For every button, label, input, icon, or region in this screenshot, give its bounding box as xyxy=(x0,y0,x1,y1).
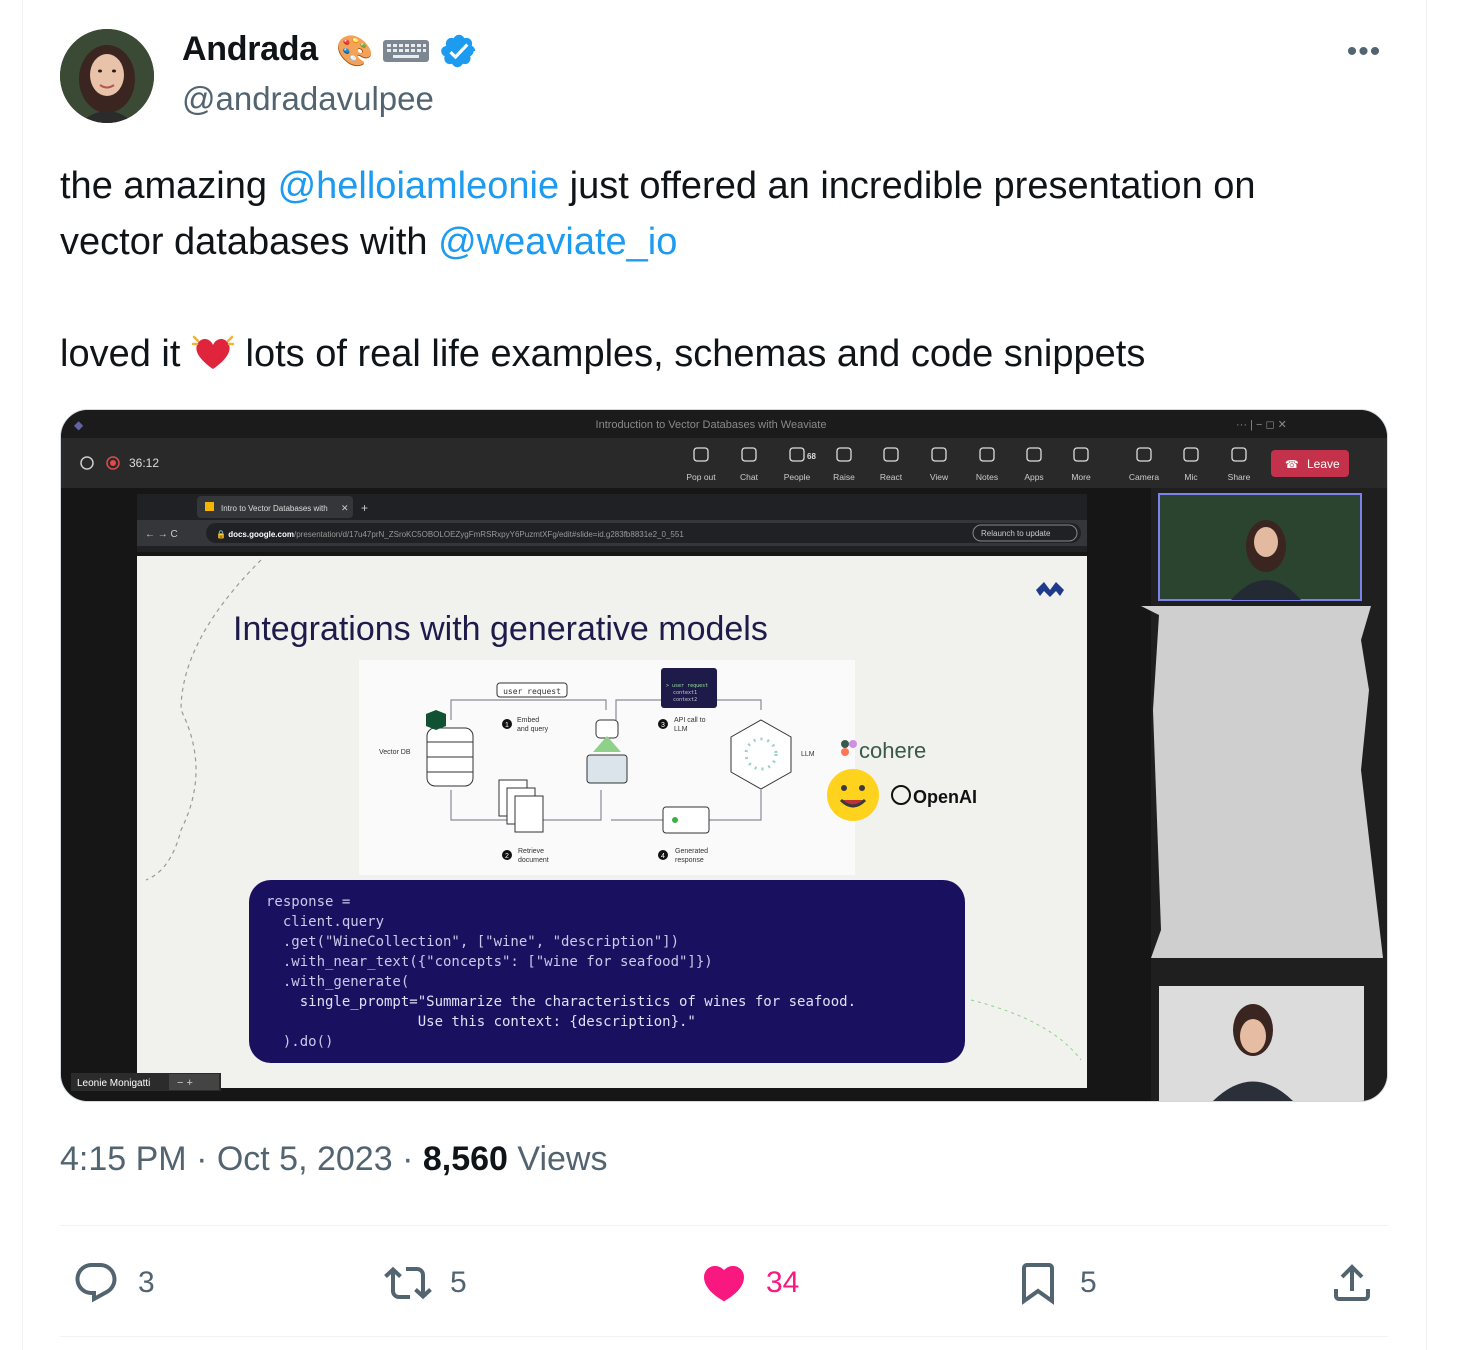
reply-button[interactable]: 3 xyxy=(72,1258,155,1308)
mention-link[interactable]: @helloiamleonie xyxy=(278,165,560,207)
relaunch-button: Relaunch to update xyxy=(981,529,1051,538)
svg-text:− +: − + xyxy=(177,1077,193,1089)
svg-text:context1: context1 xyxy=(673,690,697,696)
bookmark-count: 5 xyxy=(1080,1266,1097,1299)
svg-text:Embed: Embed xyxy=(517,717,539,724)
tweet-line-3: loved it lots of real life examples, sch… xyxy=(60,333,1146,375)
like-button[interactable]: 34 xyxy=(700,1258,799,1308)
divider xyxy=(60,1225,1388,1226)
toolbar-label: Camera xyxy=(1129,472,1160,482)
avatar[interactable] xyxy=(60,29,154,123)
code-line: single_prompt="Summarize the characteris… xyxy=(266,994,856,1010)
svg-text:Retrieve: Retrieve xyxy=(518,848,544,855)
code-line: .with_generate( xyxy=(266,974,409,990)
code-line: Use this context: {description}." xyxy=(266,1014,696,1030)
divider xyxy=(60,1336,1388,1337)
slide-title: Integrations with generative models xyxy=(233,610,768,648)
toolbar-label: Apps xyxy=(1024,472,1043,482)
tweet-date[interactable]: Oct 5, 2023 xyxy=(217,1140,393,1178)
svg-text:LLM: LLM xyxy=(801,751,815,758)
svg-text:··· | − ◻ ✕: ··· | − ◻ ✕ xyxy=(1236,419,1287,431)
svg-text:3: 3 xyxy=(661,722,665,729)
bookmark-button[interactable]: 5 xyxy=(1014,1258,1097,1308)
code-snippet xyxy=(249,880,965,1063)
code-line: response = xyxy=(266,894,350,910)
views-label: Views xyxy=(507,1140,608,1178)
svg-text:2: 2 xyxy=(505,853,509,860)
toolbar-label: More xyxy=(1071,472,1091,482)
presenter-name: Leonie Monigatti xyxy=(77,1078,150,1089)
svg-text:✕: ✕ xyxy=(341,503,349,513)
keyboard-emoji-icon xyxy=(382,36,430,74)
code-line: .get("WineCollection", ["wine", "descrip… xyxy=(266,934,679,950)
code-line: .with_near_text({"concepts": ["wine for … xyxy=(266,954,713,970)
reply-icon xyxy=(75,1263,117,1303)
svg-text:Intro to Vector Databases with: Intro to Vector Databases with xyxy=(221,504,328,513)
share-icon xyxy=(1334,1264,1370,1301)
svg-text:user request: user request xyxy=(503,687,561,696)
svg-text:🔒 docs.google.com/presentatio: 🔒 docs.google.com/presentation/d/17u47pr… xyxy=(216,530,684,539)
svg-text:context2: context2 xyxy=(673,697,697,703)
code-line: client.query xyxy=(266,914,384,930)
toolbar-label: Pop out xyxy=(686,472,716,482)
openai-logo: OpenAI xyxy=(913,787,977,807)
retweet-count: 5 xyxy=(450,1266,467,1299)
toolbar-label: React xyxy=(880,472,903,482)
leave-label: Leave xyxy=(1307,457,1340,471)
cohere-logo: cohere xyxy=(859,738,926,763)
svg-text:> user request: > user request xyxy=(666,683,708,689)
svg-text:◆: ◆ xyxy=(74,418,84,432)
like-count: 34 xyxy=(766,1266,800,1299)
retweet-icon xyxy=(384,1266,432,1300)
author-name[interactable]: Andrada xyxy=(182,30,318,69)
retweet-button[interactable]: 5 xyxy=(384,1258,467,1308)
reply-count: 3 xyxy=(138,1266,155,1299)
svg-text:document: document xyxy=(518,857,549,864)
tweet-line-1: the amazing @helloiamleonie just offered… xyxy=(60,165,1256,207)
svg-text:68: 68 xyxy=(807,452,816,461)
palette-emoji-icon: 🎨 xyxy=(336,35,374,68)
svg-text:and query: and query xyxy=(517,726,549,733)
toolbar-label: Share xyxy=(1228,472,1251,482)
tweet-line-2: vector databases with @weaviate_io xyxy=(60,221,678,263)
views-count: 8,560 xyxy=(422,1140,508,1178)
code-line: ).do() xyxy=(266,1034,333,1050)
toolbar-label: People xyxy=(784,472,811,482)
svg-text:Generated: Generated xyxy=(675,848,708,855)
tweet-meta: 4:15 PM · Oct 5, 2023 · 8,560 Views xyxy=(60,1140,608,1178)
svg-text:4: 4 xyxy=(661,853,665,860)
tweet-media[interactable]: ◆ Introduction to Vector Databases with … xyxy=(60,409,1388,1102)
toolbar-label: Notes xyxy=(976,472,998,482)
toolbar-label: Chat xyxy=(740,472,759,482)
svg-text:← → C: ← → C xyxy=(145,529,178,540)
svg-text:Vector DB: Vector DB xyxy=(379,749,411,756)
more-options-icon[interactable]: ••• xyxy=(1344,34,1384,70)
toolbar-label: Raise xyxy=(833,472,855,482)
heart-filled-icon xyxy=(703,1266,745,1302)
mention-link[interactable]: @weaviate_io xyxy=(438,221,677,263)
svg-text:LLM: LLM xyxy=(674,726,688,733)
verified-badge-icon[interactable] xyxy=(440,32,478,70)
tweet-text: the amazing @helloiamleonie just offered… xyxy=(60,158,1380,382)
bookmark-icon xyxy=(1022,1263,1054,1305)
toolbar-label: Mic xyxy=(1184,472,1198,482)
svg-text:+: + xyxy=(361,501,368,515)
meeting-timer: 36:12 xyxy=(129,456,159,470)
toolbar-label: View xyxy=(930,472,949,482)
tweet-time[interactable]: 4:15 PM xyxy=(60,1140,187,1178)
svg-text:1: 1 xyxy=(505,722,509,729)
beating-heart-emoji-icon xyxy=(191,335,235,369)
author-handle[interactable]: @andradavulpee xyxy=(182,80,434,118)
share-button[interactable] xyxy=(1328,1258,1376,1308)
svg-text:API call to: API call to xyxy=(674,717,706,724)
svg-text:☎: ☎ xyxy=(1285,459,1299,471)
window-title: Introduction to Vector Databases with We… xyxy=(596,419,827,431)
svg-text:response: response xyxy=(675,857,704,864)
